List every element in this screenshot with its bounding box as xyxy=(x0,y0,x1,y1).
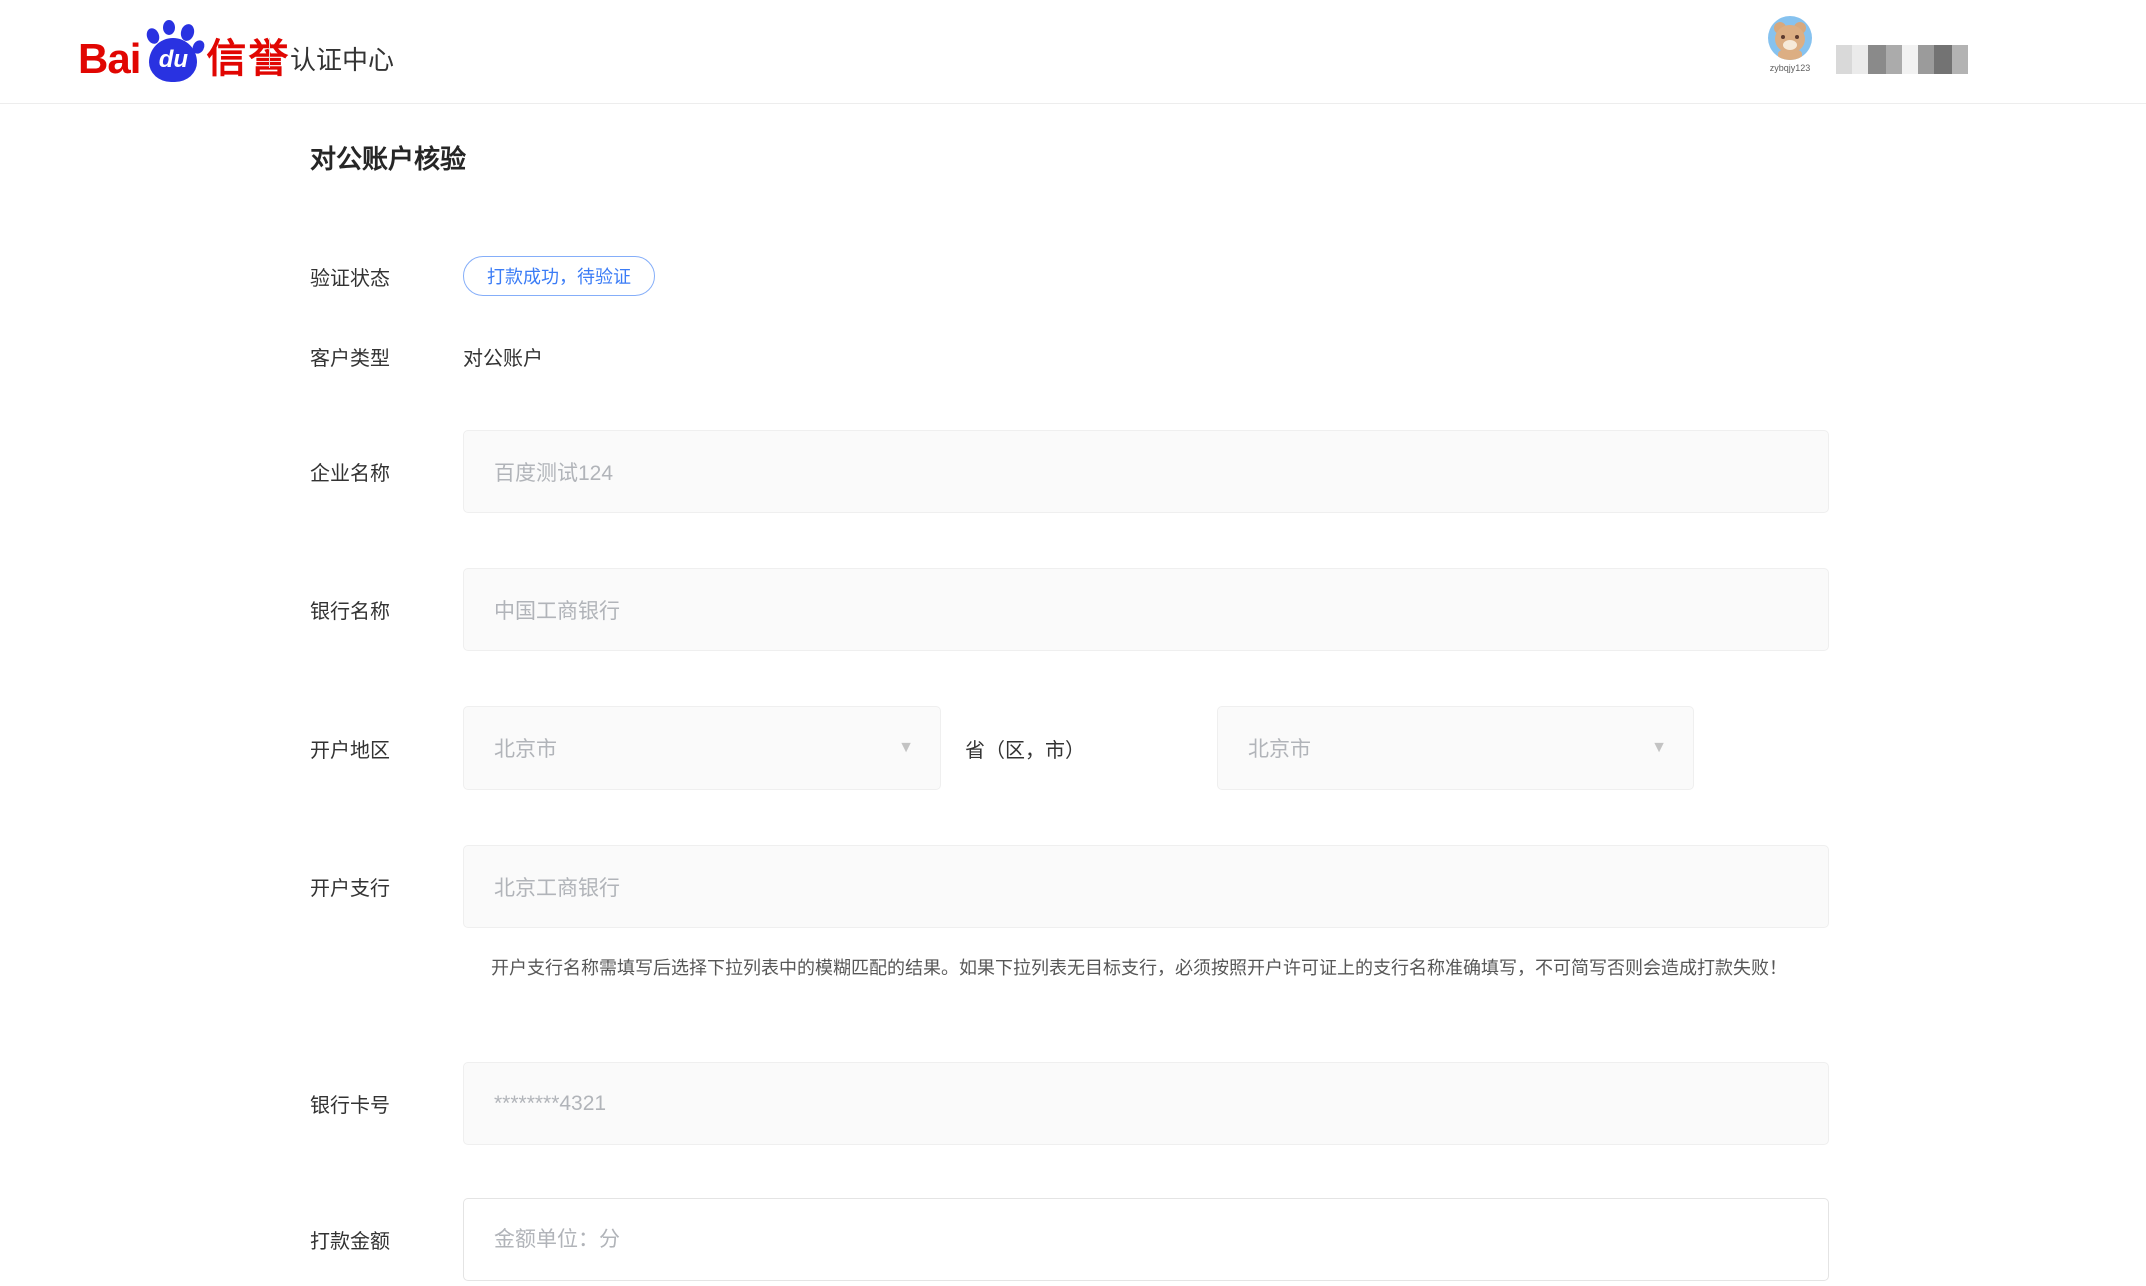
province-select-value: 北京市 xyxy=(494,733,557,763)
bank-name-label: 银行名称 xyxy=(310,595,463,624)
branch-help-text: 开户支行名称需填写后选择下拉列表中的模糊匹配的结果。如果下拉列表无目标支行，必须… xyxy=(463,953,1831,983)
customer-type-value: 对公账户 xyxy=(463,342,543,371)
payment-amount-label: 打款金额 xyxy=(310,1225,463,1254)
payment-amount-row: 打款金额 xyxy=(310,1198,1830,1281)
baidu-paw-icon: du xyxy=(141,20,205,84)
verification-status-row: 验证状态 打款成功，待验证 xyxy=(310,256,1830,296)
header-title: 认证中心 xyxy=(290,40,394,77)
censored-text-mosaic xyxy=(1836,45,1968,74)
company-name-label: 企业名称 xyxy=(310,457,463,486)
bank-card-row: 银行卡号 xyxy=(310,1062,1830,1145)
header-divider xyxy=(269,38,270,68)
payment-amount-input[interactable] xyxy=(463,1198,1829,1281)
logo-text-xinyu: 信誉 xyxy=(206,39,290,84)
city-select-value: 北京市 xyxy=(1248,733,1311,763)
bank-name-row: 银行名称 xyxy=(310,568,1830,651)
bank-name-input xyxy=(463,568,1829,651)
branch-label: 开户支行 xyxy=(310,872,463,901)
province-district-city-label: 省（区，市） xyxy=(965,734,1085,763)
page-title: 对公账户核验 xyxy=(310,139,466,176)
city-select[interactable]: 北京市 ▼ xyxy=(1217,706,1694,790)
username-label: zybqjy123 xyxy=(1762,63,1818,73)
company-name-row: 企业名称 xyxy=(310,430,1830,513)
account-region-row: 开户地区 北京市 ▼ 省（区，市） 北京市 ▼ xyxy=(310,706,1830,790)
logo-text-bai: Bai xyxy=(78,38,140,84)
company-name-input xyxy=(463,430,1829,513)
bank-card-input xyxy=(463,1062,1829,1145)
customer-type-row: 客户类型 对公账户 xyxy=(310,340,1830,372)
user-menu[interactable]: zybqjy123 xyxy=(1762,16,1818,73)
bear-avatar-icon[interactable] xyxy=(1768,16,1812,60)
branch-row: 开户支行 xyxy=(310,845,1830,928)
province-select[interactable]: 北京市 ▼ xyxy=(463,706,941,790)
account-region-label: 开户地区 xyxy=(310,734,463,763)
status-badge: 打款成功，待验证 xyxy=(463,256,655,296)
chevron-down-icon: ▼ xyxy=(1651,740,1667,756)
branch-input xyxy=(463,845,1829,928)
customer-type-label: 客户类型 xyxy=(310,342,463,371)
app-header: Bai du 信誉 认证中心 zybqjy123 xyxy=(0,0,2146,104)
bank-card-label: 银行卡号 xyxy=(310,1089,463,1118)
chevron-down-icon: ▼ xyxy=(898,740,914,756)
baidu-xinyu-logo[interactable]: Bai du 信誉 xyxy=(78,20,290,84)
status-label: 验证状态 xyxy=(310,262,463,291)
logo-text-du: du xyxy=(159,46,188,74)
